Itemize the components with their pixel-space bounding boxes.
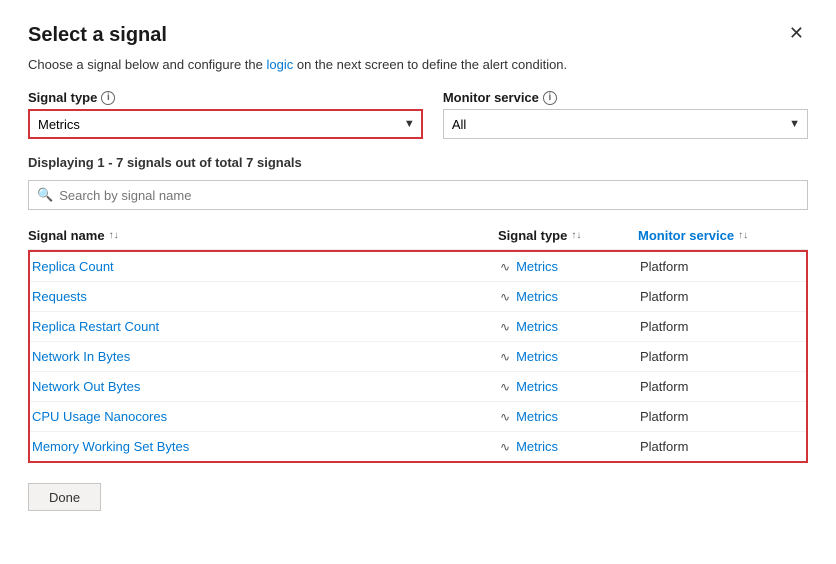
table-header: Signal name ↑↓ Signal type ↑↓ Monitor se… xyxy=(28,222,808,250)
table-row: Replica Restart Count ∿ Metrics Platform xyxy=(30,312,806,342)
signal-name-link[interactable]: Network Out Bytes xyxy=(32,379,140,394)
signal-name-cell: Replica Restart Count xyxy=(30,319,500,334)
monitor-service-label: Monitor service i xyxy=(443,90,808,105)
signal-table: Signal name ↑↓ Signal type ↑↓ Monitor se… xyxy=(28,222,808,463)
description-text2: on the next screen to define the alert c… xyxy=(293,57,567,72)
monitor-service-info-icon: i xyxy=(543,91,557,105)
signal-name-cell: CPU Usage Nanocores xyxy=(30,409,500,424)
signal-name-cell: Memory Working Set Bytes xyxy=(30,439,500,454)
signal-type-cell: ∿ Metrics xyxy=(500,439,640,454)
metrics-chart-icon: ∿ xyxy=(500,290,510,304)
signal-type-value: Metrics xyxy=(516,259,558,274)
signal-name-cell: Network In Bytes xyxy=(30,349,500,364)
signal-name-link[interactable]: Memory Working Set Bytes xyxy=(32,439,189,454)
signal-type-value: Metrics xyxy=(516,319,558,334)
signal-type-value: Metrics xyxy=(516,349,558,364)
filters-row: Signal type i Metrics ▼ Monitor service … xyxy=(28,90,808,139)
metrics-chart-icon: ∿ xyxy=(500,320,510,334)
signal-type-cell: ∿ Metrics xyxy=(500,409,640,424)
metrics-chart-icon: ∿ xyxy=(500,410,510,424)
description: Choose a signal below and configure the … xyxy=(28,57,808,72)
monitor-service-select[interactable]: All xyxy=(443,109,808,139)
table-body: Replica Count ∿ Metrics Platform Request… xyxy=(28,250,808,463)
col-header-signal-name: Signal name ↑↓ xyxy=(28,228,498,243)
monitor-service-cell: Platform xyxy=(640,289,806,304)
signal-name-link[interactable]: Requests xyxy=(32,289,87,304)
signal-type-sort-icon[interactable]: ↑↓ xyxy=(571,230,581,241)
search-input[interactable] xyxy=(59,188,799,203)
table-row: Memory Working Set Bytes ∿ Metrics Platf… xyxy=(30,432,806,461)
signal-type-cell: ∿ Metrics xyxy=(500,349,640,364)
metrics-chart-icon: ∿ xyxy=(500,350,510,364)
monitor-service-cell: Platform xyxy=(640,349,806,364)
modal-header: Select a signal ✕ xyxy=(28,24,808,47)
signal-type-select-wrapper: Metrics ▼ xyxy=(28,109,423,139)
col-header-monitor-service: Monitor service ↑↓ xyxy=(638,228,808,243)
monitor-service-cell: Platform xyxy=(640,439,806,454)
done-button[interactable]: Done xyxy=(28,483,101,511)
signal-name-link[interactable]: Replica Restart Count xyxy=(32,319,159,334)
displaying-text: Displaying 1 - 7 signals out of total 7 … xyxy=(28,155,808,170)
signal-type-info-icon: i xyxy=(101,91,115,105)
table-row: Network Out Bytes ∿ Metrics Platform xyxy=(30,372,806,402)
modal-title: Select a signal xyxy=(28,24,167,47)
metrics-chart-icon: ∿ xyxy=(500,380,510,394)
signal-name-cell: Replica Count xyxy=(30,259,500,274)
monitor-service-cell: Platform xyxy=(640,409,806,424)
signal-type-cell: ∿ Metrics xyxy=(500,259,640,274)
description-text: Choose a signal below and configure the xyxy=(28,57,267,72)
logic-link[interactable]: logic xyxy=(267,57,294,72)
signal-type-cell: ∿ Metrics xyxy=(500,289,640,304)
signal-type-group: Signal type i Metrics ▼ xyxy=(28,90,423,139)
signal-name-sort-icon[interactable]: ↑↓ xyxy=(109,230,119,241)
monitor-service-select-wrapper: All ▼ xyxy=(443,109,808,139)
signal-name-link[interactable]: Replica Count xyxy=(32,259,114,274)
select-signal-modal: Select a signal ✕ Choose a signal below … xyxy=(0,0,836,564)
signal-name-link[interactable]: CPU Usage Nanocores xyxy=(32,409,167,424)
monitor-service-sort-icon[interactable]: ↑↓ xyxy=(738,230,748,241)
monitor-service-cell: Platform xyxy=(640,259,806,274)
signal-type-label: Signal type i xyxy=(28,90,423,105)
metrics-chart-icon: ∿ xyxy=(500,260,510,274)
table-row: Requests ∿ Metrics Platform xyxy=(30,282,806,312)
signal-type-cell: ∿ Metrics xyxy=(500,319,640,334)
col-header-signal-type: Signal type ↑↓ xyxy=(498,228,638,243)
signal-type-select[interactable]: Metrics xyxy=(28,109,423,139)
signal-type-value: Metrics xyxy=(516,409,558,424)
signal-name-cell: Network Out Bytes xyxy=(30,379,500,394)
metrics-chart-icon: ∿ xyxy=(500,440,510,454)
signal-type-value: Metrics xyxy=(516,439,558,454)
monitor-service-cell: Platform xyxy=(640,379,806,394)
table-row: Replica Count ∿ Metrics Platform xyxy=(30,252,806,282)
footer: Done xyxy=(28,483,808,511)
signal-name-cell: Requests xyxy=(30,289,500,304)
search-box[interactable]: 🔍 xyxy=(28,180,808,210)
monitor-service-group: Monitor service i All ▼ xyxy=(443,90,808,139)
signal-name-link[interactable]: Network In Bytes xyxy=(32,349,130,364)
table-row: Network In Bytes ∿ Metrics Platform xyxy=(30,342,806,372)
close-button[interactable]: ✕ xyxy=(785,24,808,42)
signal-type-value: Metrics xyxy=(516,379,558,394)
table-row: CPU Usage Nanocores ∿ Metrics Platform xyxy=(30,402,806,432)
signal-type-cell: ∿ Metrics xyxy=(500,379,640,394)
signal-type-value: Metrics xyxy=(516,289,558,304)
monitor-service-cell: Platform xyxy=(640,319,806,334)
search-icon: 🔍 xyxy=(37,187,53,203)
